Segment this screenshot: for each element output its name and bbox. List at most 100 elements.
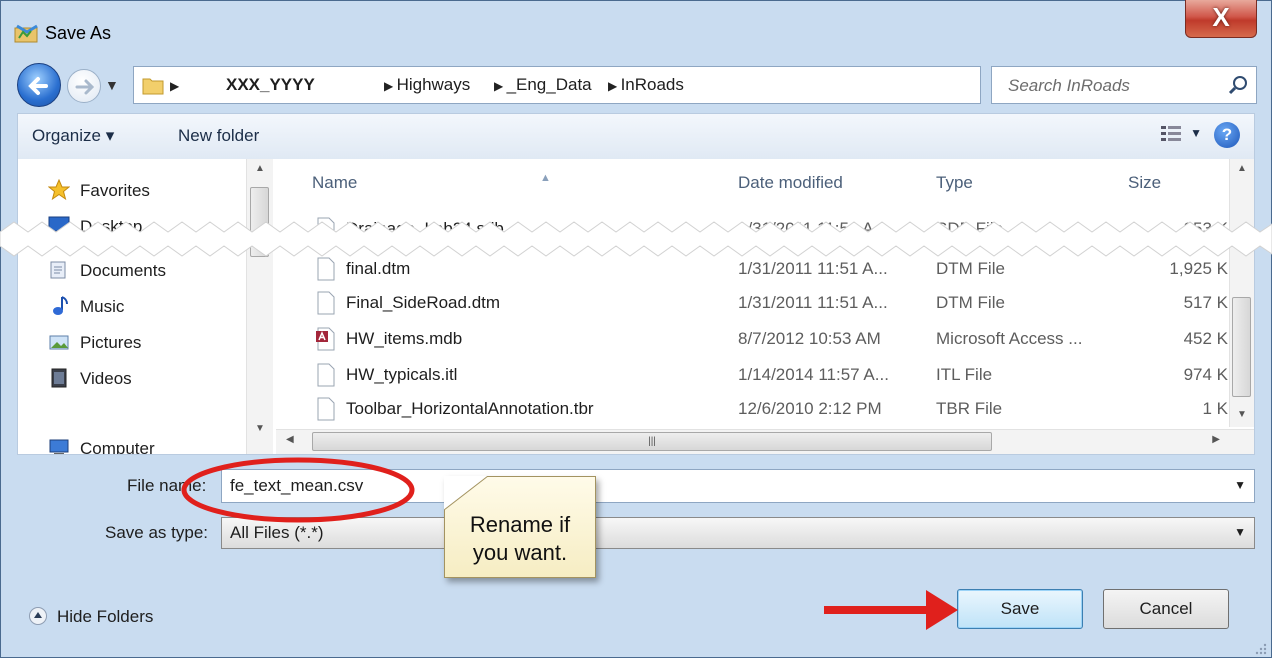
column-header-type[interactable]: Type	[936, 173, 973, 193]
breadcrumb-highways[interactable]: ▶ Highways	[384, 75, 470, 95]
close-button[interactable]: X	[1185, 0, 1257, 38]
breadcrumb-eng-data[interactable]: ▶ _Eng_Data	[494, 75, 592, 95]
computer-icon	[49, 439, 69, 454]
window-title: Save As	[45, 23, 112, 43]
scroll-right-arrow-icon[interactable]: ▶	[1212, 434, 1220, 445]
star-icon	[48, 179, 70, 201]
file-date: 1/14/2014 11:57 A...	[738, 365, 889, 384]
file-list: Name ▲ Date modified Type Size Drainage_…	[276, 159, 1254, 454]
file-size: 452 K	[1183, 329, 1228, 348]
file-type: ITL File	[936, 365, 993, 384]
save-as-dialog: Save As X ▼ ▶ XXX_YYYY ▶ Highways ▶ _Eng…	[0, 0, 1272, 658]
new-folder-button[interactable]: New folder	[178, 126, 259, 146]
save-as-type-value: All Files (*.*)	[230, 523, 324, 542]
back-arrow-icon	[28, 77, 48, 95]
breadcrumb-inroads[interactable]: ▶ InRoads	[608, 75, 684, 95]
column-header-date[interactable]: Date modified	[738, 173, 843, 193]
folder-icon	[142, 78, 164, 95]
file-name: HW_items.mdb	[346, 329, 463, 348]
file-size: 974 K	[1183, 365, 1228, 384]
scroll-up-arrow-icon[interactable]: ▲	[1237, 163, 1247, 174]
nav-label-videos: Videos	[80, 369, 132, 388]
nav-label-music: Music	[80, 297, 125, 316]
file-type: TBR File	[936, 399, 1003, 418]
file-list-vertical-scrollbar[interactable]: ▲ ▼	[1229, 159, 1254, 427]
file-row[interactable]: HW_typicals.itl 1/14/2014 11:57 A... ITL…	[276, 359, 1228, 395]
organize-button[interactable]: Organize ▾	[32, 126, 114, 146]
close-icon: X	[1212, 2, 1230, 32]
command-toolbar: Organize ▾ New folder ▼ ?	[17, 113, 1255, 159]
file-name-label: File name:	[127, 476, 207, 495]
access-database-icon	[316, 327, 335, 351]
collapse-icon	[29, 607, 47, 625]
resize-grip-icon[interactable]	[1253, 641, 1267, 655]
file-name-input[interactable]: fe_text_mean.csv ▼	[221, 469, 1255, 503]
scroll-left-arrow-icon[interactable]: ◀	[286, 434, 294, 445]
cancel-button[interactable]: Cancel	[1103, 589, 1229, 629]
file-icon	[317, 291, 335, 315]
pictures-icon	[49, 335, 69, 350]
navigation-pane: Favorites Desktop Documents Music Pictur…	[18, 159, 276, 455]
horizontal-scroll-thumb[interactable]: |||	[312, 432, 992, 451]
search-icon[interactable]	[1228, 75, 1248, 95]
forward-button[interactable]	[67, 69, 101, 103]
save-button[interactable]: Save	[957, 589, 1083, 629]
address-bar[interactable]: ▶ XXX_YYYY ▶ Highways ▶ _Eng_Data ▶ InRo…	[133, 66, 1101, 104]
save-as-app-icon	[14, 24, 38, 43]
file-date: 12/6/2010 2:12 PM	[738, 399, 882, 418]
callout-line-2: you want.	[472, 540, 568, 565]
save-as-type-label: Save as type:	[105, 523, 209, 542]
search-placeholder: Search InRoads	[1008, 76, 1130, 95]
file-name: Toolbar_HorizontalAnnotation.tbr	[346, 399, 594, 418]
file-row[interactable]: HW_items.mdb 8/7/2012 10:53 AM Microsoft…	[276, 323, 1228, 359]
view-options-dropdown-icon[interactable]: ▼	[1190, 126, 1202, 140]
view-details-icon[interactable]	[1160, 124, 1182, 144]
forward-arrow-icon	[75, 79, 95, 95]
breadcrumb-xxx-yyyy[interactable]: XXX_YYYY	[226, 75, 315, 95]
breadcrumb-separator[interactable]: ▶	[170, 75, 179, 95]
recent-locations-dropdown[interactable]: ▼	[105, 77, 119, 93]
scroll-up-arrow-icon[interactable]: ▲	[255, 163, 265, 174]
torn-edge-cut	[0, 221, 1272, 257]
file-name-dropdown-icon[interactable]: ▼	[1234, 478, 1246, 492]
navigation-pane-scrollbar[interactable]: ▲ ▼	[246, 159, 273, 454]
file-row[interactable]: Final_SideRoad.dtm 1/31/2011 11:51 A... …	[276, 287, 1228, 323]
file-size: 517 K	[1183, 293, 1228, 312]
callout-fold-icon	[444, 476, 489, 511]
hide-folders-label: Hide Folders	[57, 607, 154, 626]
file-icon	[317, 397, 335, 421]
file-list-horizontal-scrollbar[interactable]: ◀ ||| ▶	[276, 429, 1254, 454]
rename-callout: Rename if you want.	[444, 476, 596, 578]
title-bar: Save As X	[1, 0, 1271, 63]
browser-content: Favorites Desktop Documents Music Pictur…	[17, 159, 1255, 455]
save-as-type-select[interactable]: All Files (*.*) ▼	[221, 517, 1255, 549]
back-button[interactable]	[17, 63, 61, 107]
file-size: 1 K	[1202, 399, 1228, 418]
help-icon[interactable]: ?	[1214, 122, 1240, 148]
file-date: 8/7/2012 10:53 AM	[738, 329, 881, 348]
file-name: HW_typicals.itl	[346, 365, 458, 384]
search-input[interactable]: Search InRoads	[991, 66, 1257, 104]
save-form: File name: fe_text_mean.csv ▼ Save as ty…	[1, 455, 1271, 659]
videos-icon	[51, 368, 67, 388]
scroll-down-arrow-icon[interactable]: ▼	[255, 423, 265, 434]
file-date: 1/31/2011 11:51 A...	[738, 293, 888, 312]
column-header-name[interactable]: Name ▲	[312, 172, 551, 193]
file-icon	[317, 363, 335, 387]
callout-line-1: Rename if	[469, 512, 571, 537]
address-row: ▼ ▶ XXX_YYYY ▶ Highways ▶ _Eng_Data ▶ In…	[1, 63, 1271, 113]
sort-ascending-icon: ▲	[540, 172, 551, 184]
file-name: Final_SideRoad.dtm	[346, 293, 501, 312]
music-icon	[53, 296, 68, 315]
nav-label-computer: Computer	[80, 439, 155, 455]
file-type: Microsoft Access ...	[936, 329, 1083, 348]
scroll-down-arrow-icon[interactable]: ▼	[1237, 409, 1247, 420]
file-type: DTM File	[936, 293, 1005, 312]
column-header-size[interactable]: Size	[1128, 173, 1161, 193]
save-as-type-dropdown-icon[interactable]: ▼	[1234, 525, 1246, 539]
nav-label-pictures: Pictures	[80, 333, 142, 352]
vertical-scroll-thumb[interactable]	[1232, 297, 1251, 397]
file-name-value: fe_text_mean.csv	[230, 476, 364, 495]
nav-label-favorites: Favorites	[80, 181, 150, 200]
file-row[interactable]: Toolbar_HorizontalAnnotation.tbr 12/6/20…	[276, 393, 1228, 429]
